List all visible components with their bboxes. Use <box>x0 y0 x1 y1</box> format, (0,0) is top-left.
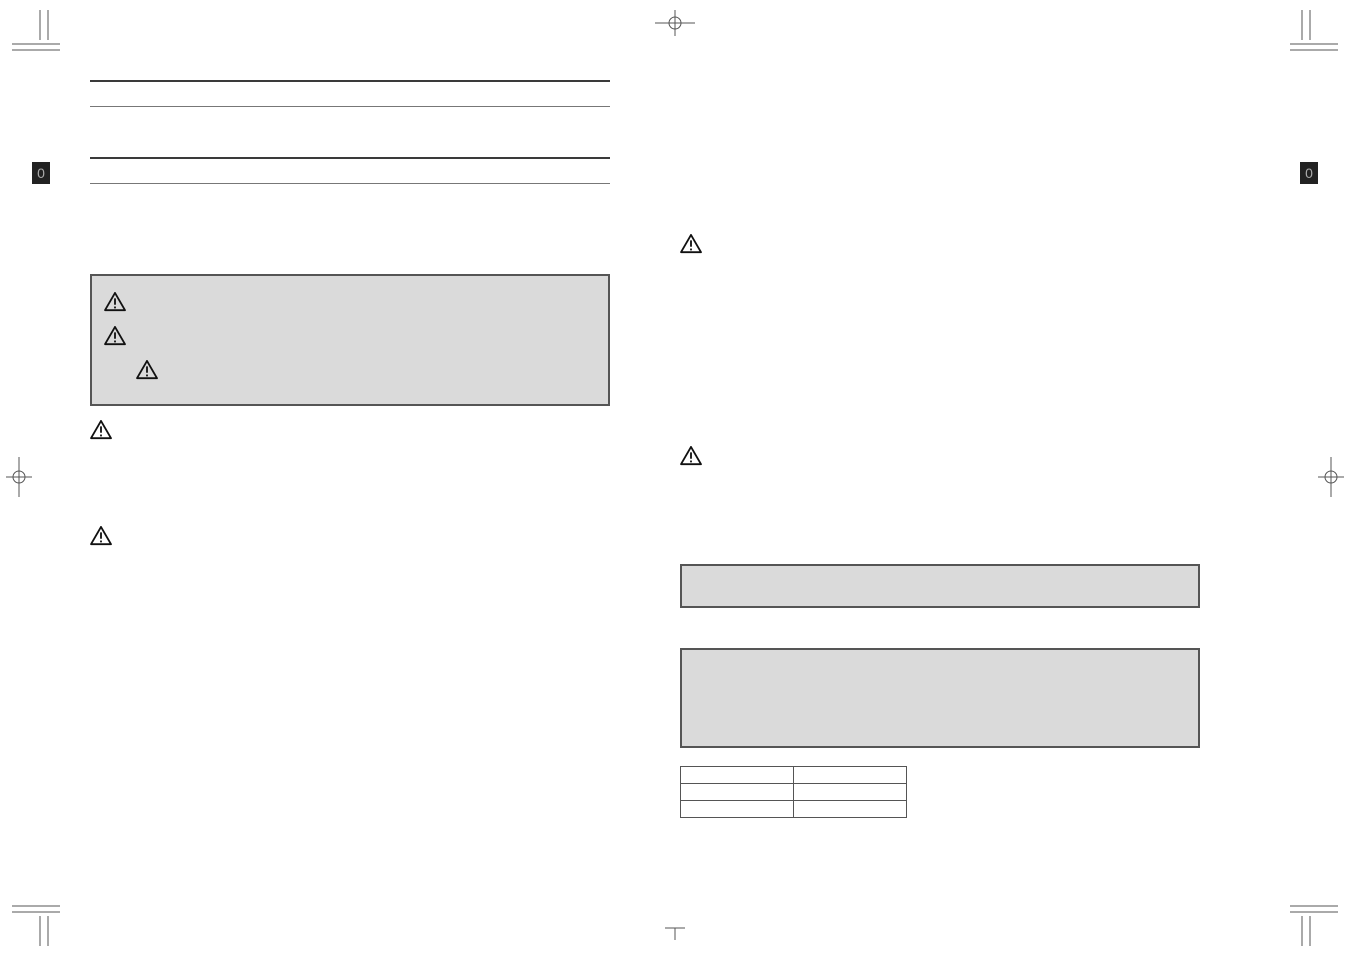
table-row <box>681 801 907 818</box>
callout-row <box>104 360 596 388</box>
warning-icon <box>136 360 158 380</box>
warning-callout-box <box>90 274 610 406</box>
registration-mark-right <box>1318 457 1344 497</box>
warning-icon <box>104 326 126 346</box>
shaded-bar-small <box>680 564 1200 608</box>
table-row <box>681 784 907 801</box>
warning-paragraph <box>680 446 1200 496</box>
warning-paragraph <box>680 234 1200 314</box>
left-column <box>90 80 610 594</box>
warning-paragraph <box>90 420 610 470</box>
warning-icon <box>90 526 112 546</box>
shaded-bar-large <box>680 648 1200 748</box>
small-table <box>680 766 907 818</box>
registration-mark-left <box>6 457 32 497</box>
warning-icon <box>90 420 112 440</box>
side-tab-left-label: 0 <box>37 165 45 181</box>
side-tab-left: 0 <box>32 162 50 184</box>
right-column <box>680 80 1200 818</box>
warning-icon <box>104 292 126 312</box>
registration-mark-top <box>655 10 695 36</box>
side-tab-right: 0 <box>1300 162 1318 184</box>
callout-row <box>104 292 596 320</box>
side-tab-right-label: 0 <box>1305 165 1313 181</box>
callout-row <box>104 326 596 354</box>
warning-icon <box>680 234 702 254</box>
warning-paragraph <box>90 526 610 576</box>
table-row <box>681 767 907 784</box>
warning-icon <box>680 446 702 466</box>
registration-mark-bottom <box>665 926 685 940</box>
